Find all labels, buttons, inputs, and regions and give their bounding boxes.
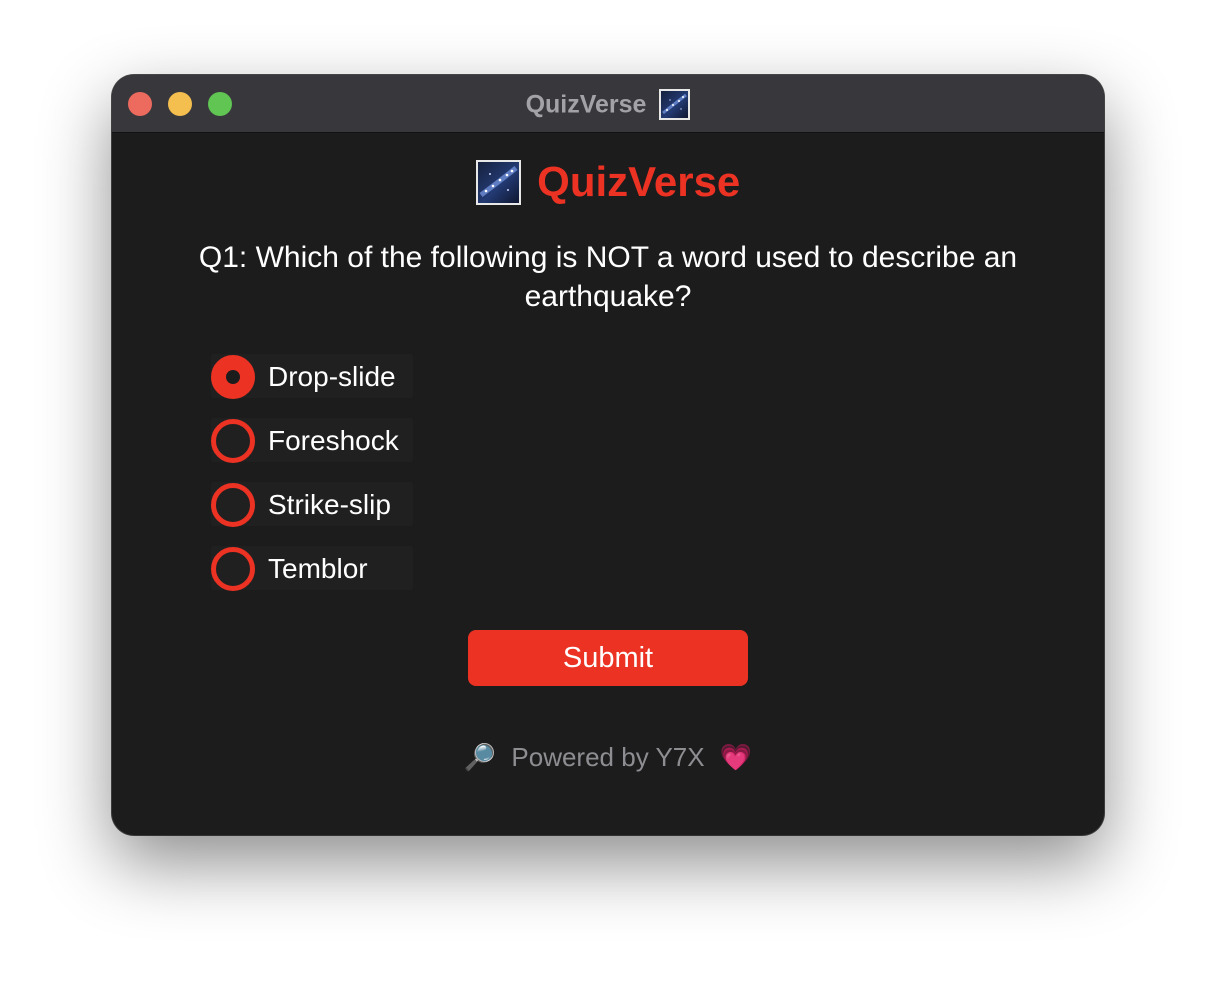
magnifier-icon: 🔎 (463, 742, 497, 773)
powered-by-text: Powered by Y7X (511, 742, 705, 773)
submit-button[interactable]: Submit (468, 630, 748, 686)
option-label: Drop-slide (268, 361, 396, 392)
footer: 🔎 Powered by Y7X 💗 (112, 738, 1104, 774)
quiz-window: QuizVerse QuizVerse Q1: Which of the fol… (112, 75, 1104, 835)
radio-button[interactable] (211, 547, 255, 591)
window-title-text: QuizVerse (525, 90, 647, 119)
title-bar: QuizVerse (112, 75, 1104, 133)
heart-icon: 💗 (719, 742, 753, 773)
radio-button-selected[interactable] (211, 355, 255, 399)
app-name: QuizVerse (537, 158, 741, 205)
option-label: Foreshock (268, 425, 399, 456)
option-drop-slide[interactable]: Drop-slide (211, 354, 413, 399)
option-strike-slip[interactable]: Strike-slip (211, 482, 413, 527)
app-header: QuizVerse (112, 157, 1104, 207)
answer-options: Drop-slide Foreshock Strike-slip Temblor (211, 354, 413, 610)
question-text: Q1: Which of the following is NOT a word… (198, 241, 1018, 313)
option-label: Temblor (268, 553, 368, 584)
milky-way-picture-icon (475, 159, 521, 205)
option-label: Strike-slip (268, 489, 391, 520)
option-temblor[interactable]: Temblor (211, 546, 413, 591)
option-foreshock[interactable]: Foreshock (211, 418, 413, 463)
radio-button[interactable] (211, 419, 255, 463)
milky-way-picture-icon (659, 88, 691, 120)
window-title: QuizVerse (112, 87, 1104, 120)
radio-button[interactable] (211, 483, 255, 527)
